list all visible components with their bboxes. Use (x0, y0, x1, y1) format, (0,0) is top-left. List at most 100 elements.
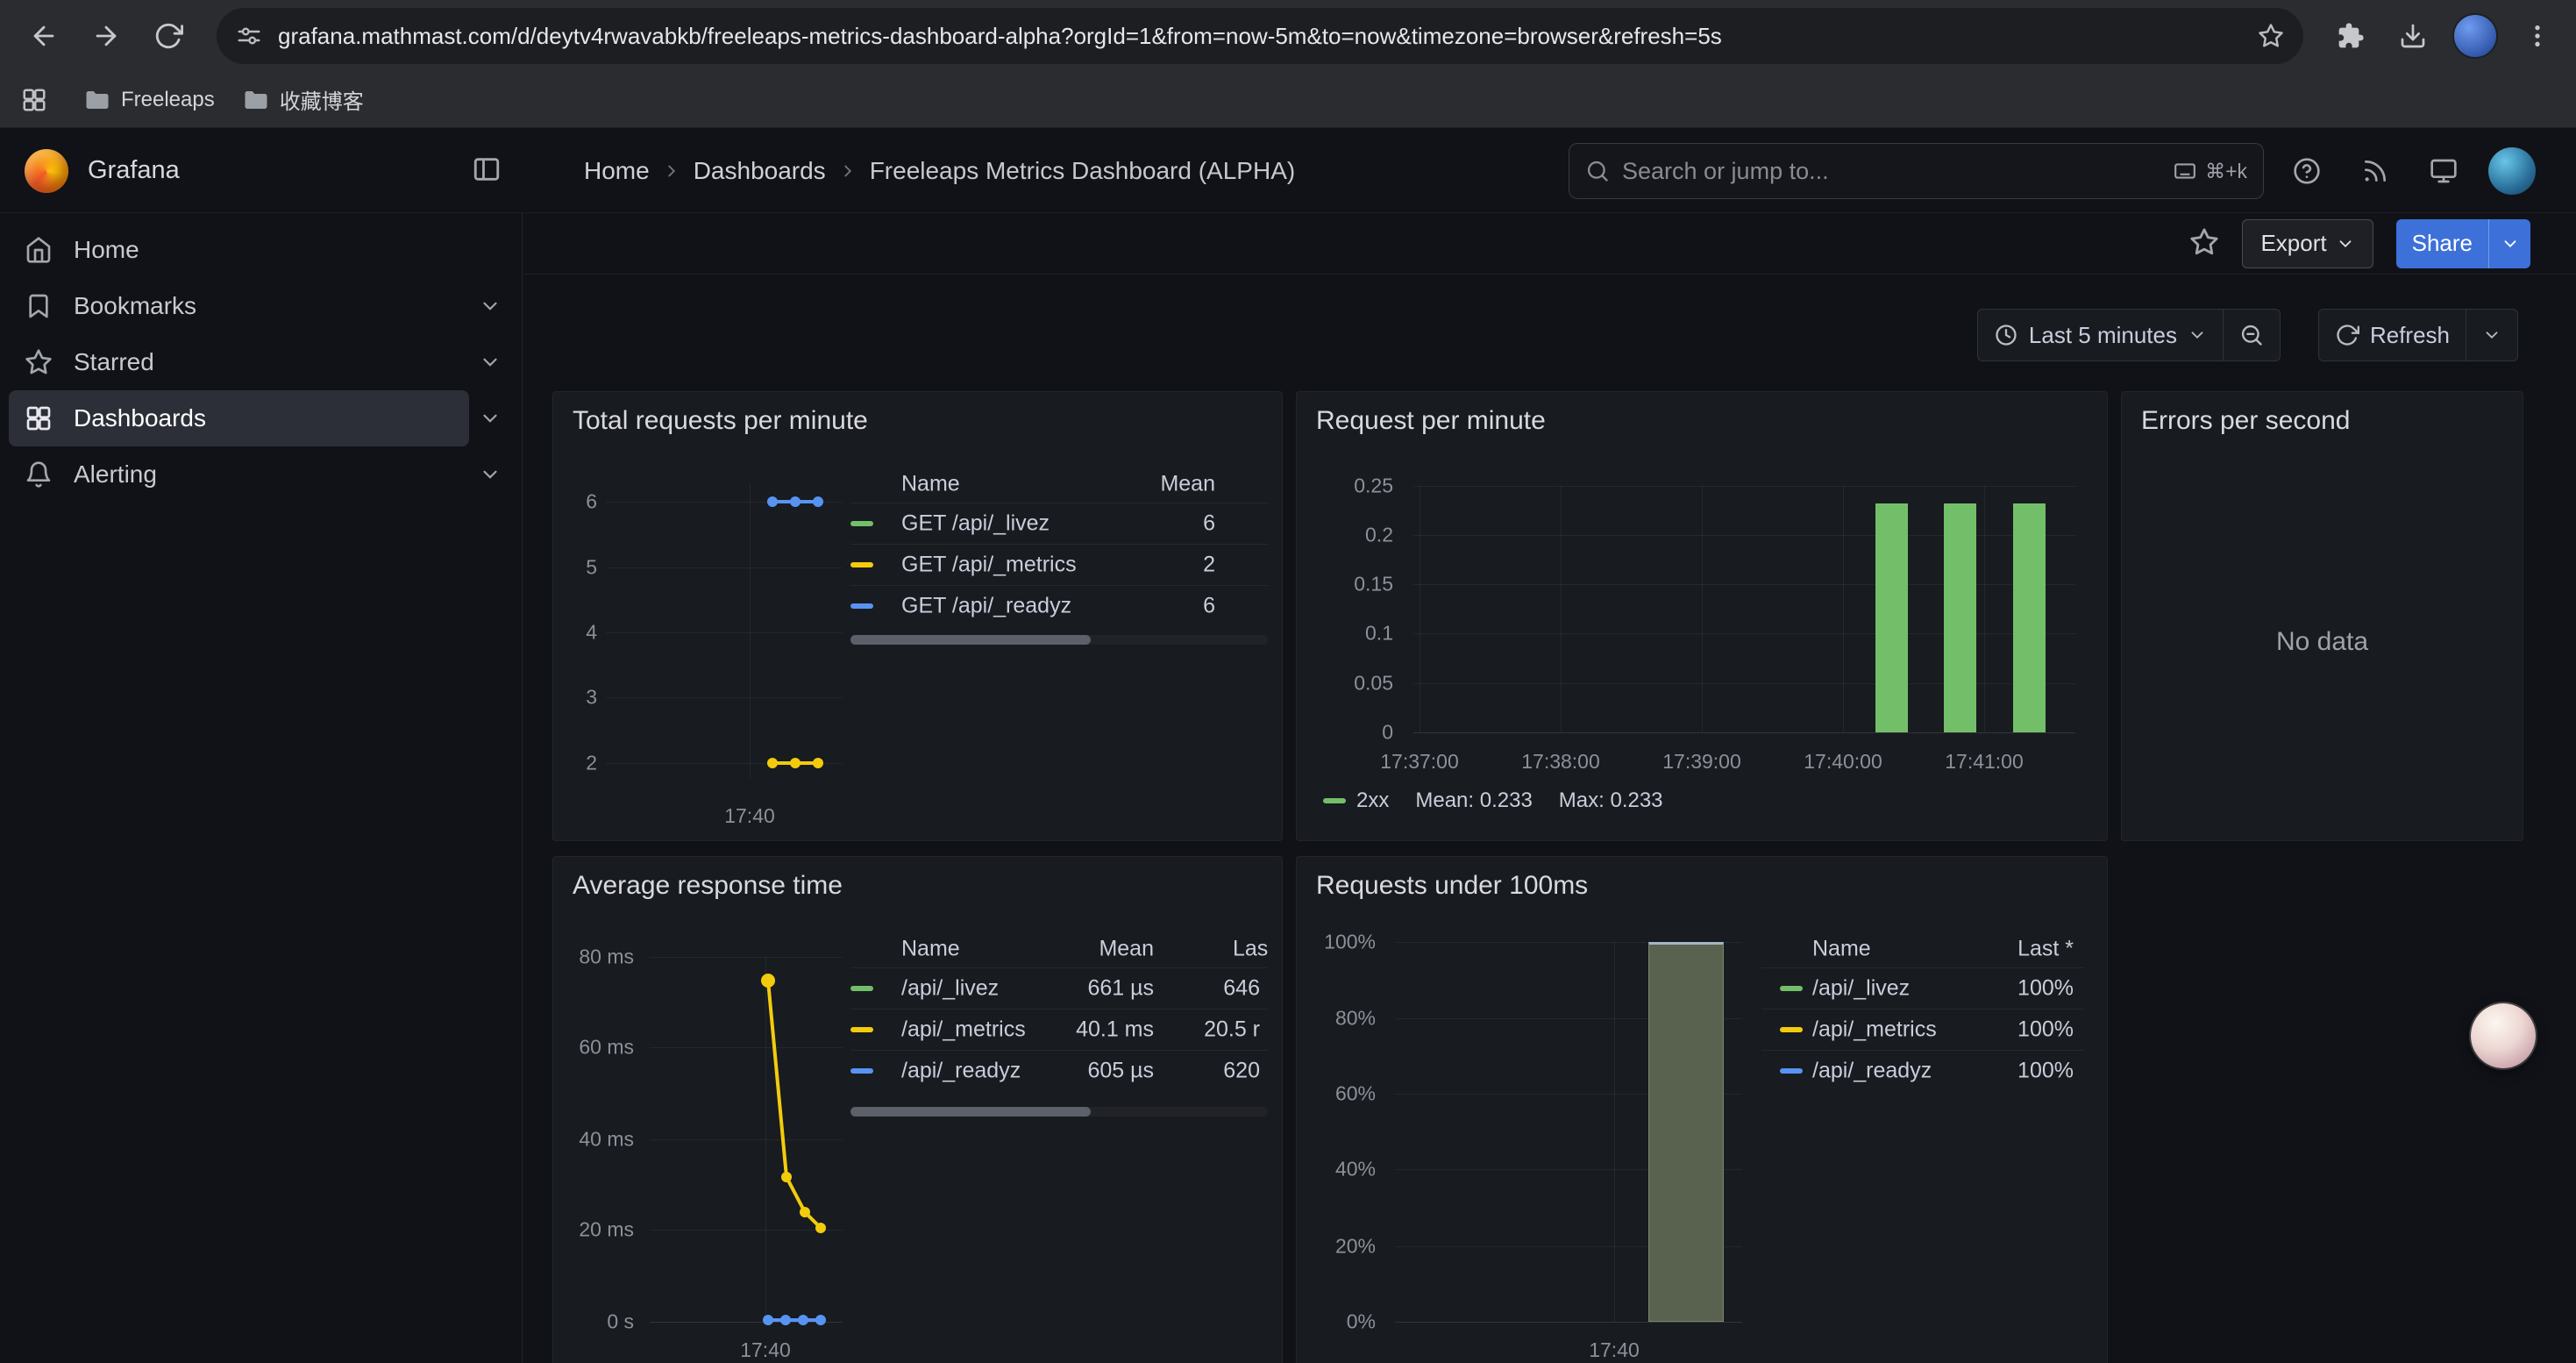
share-menu-chevron[interactable] (2488, 219, 2530, 268)
legend-table: Name Last * /api/_livez 100% /api/_metri… (1761, 931, 2084, 1091)
url-input[interactable] (278, 10, 2242, 62)
kebab-icon (2523, 22, 2551, 50)
column-header-mean[interactable]: Mean (1160, 472, 1215, 497)
zoom-out-button[interactable] (2223, 309, 2281, 361)
downloads-icon[interactable] (2388, 11, 2437, 61)
table-row: GET /api/_readyz 6 (850, 585, 1268, 626)
search-box[interactable]: ⌘+k (1569, 143, 2264, 199)
favorite-star-icon[interactable] (2189, 227, 2219, 260)
series-swatch (850, 521, 873, 526)
url-bar[interactable] (217, 8, 2303, 64)
sidebar-item-label: Starred (74, 348, 154, 376)
bookmark-label: Freeleaps (121, 88, 215, 112)
y-tick: 0.15 (1297, 573, 1393, 596)
profile-avatar[interactable] (2451, 11, 2500, 61)
help-button[interactable] (2283, 147, 2330, 195)
series-mean: 6 (1203, 511, 1215, 537)
series-swatch (850, 1027, 873, 1032)
folder-icon (84, 87, 110, 113)
refresh-button[interactable]: Refresh (2318, 309, 2466, 361)
series-name: /api/_metrics (1812, 1017, 1937, 1043)
breadcrumb-current: Freeleaps Metrics Dashboard (ALPHA) (870, 157, 1296, 185)
panel-title[interactable]: Errors per second (2141, 406, 2350, 436)
table-scrollbar[interactable] (850, 635, 1268, 645)
series-last: 100% (2017, 1017, 2074, 1043)
legend-item-2xx[interactable]: 2xx (1323, 789, 1389, 813)
legend-table: Name Mean GET /api/_livez 6 GET /api/_me… (850, 466, 1268, 626)
sidebar-item-label: Home (74, 236, 139, 264)
scrollbar-thumb[interactable] (850, 635, 1091, 645)
reload-button[interactable] (144, 11, 193, 61)
chevron-down-icon[interactable] (474, 403, 506, 434)
x-tick: 17:40 (740, 1338, 791, 1362)
grafana-app: Grafana Home Dashboards Freeleaps Metric… (0, 128, 2576, 1363)
breadcrumb: Home Dashboards Freeleaps Metrics Dashbo… (584, 128, 1295, 213)
sidebar-item-dashboards[interactable]: Dashboards (9, 390, 522, 446)
dock-sidebar-icon[interactable] (472, 154, 502, 184)
panel-title[interactable]: Request per minute (1316, 406, 1546, 436)
breadcrumb-home[interactable]: Home (584, 157, 650, 185)
series-last: 620 (1223, 1059, 1260, 1084)
grafana-header: Grafana Home Dashboards Freeleaps Metric… (0, 128, 2576, 213)
column-header-last[interactable]: Las (1233, 937, 1268, 962)
column-header-name[interactable]: Name (1812, 937, 1871, 962)
refresh-icon (2335, 323, 2359, 347)
user-avatar[interactable] (2488, 147, 2536, 195)
breadcrumb-dashboards[interactable]: Dashboards (694, 157, 826, 185)
bookmarks-bar: Freeleaps 收藏博客 (0, 72, 2576, 128)
bookmark-folder-freeleaps[interactable]: Freeleaps (70, 77, 229, 123)
column-header-last[interactable]: Last * (2017, 937, 2074, 962)
y-tick: 60% (1297, 1082, 1376, 1106)
site-settings-icon[interactable] (236, 23, 262, 49)
menu-kebab-icon[interactable] (2513, 11, 2562, 61)
table-row: GET /api/_livez 6 (850, 503, 1268, 544)
search-icon (1585, 159, 1610, 183)
x-tick: 17:37:00 (1380, 750, 1459, 774)
time-range-picker[interactable]: Last 5 minutes (1977, 309, 2224, 361)
series-last: 646 (1223, 976, 1260, 1002)
refresh-interval-chevron[interactable] (2466, 309, 2518, 361)
news-button[interactable] (2352, 147, 2399, 195)
reload-icon (153, 21, 183, 51)
search-input[interactable] (1622, 158, 2174, 185)
table-row: GET /api/_metrics 2 (850, 544, 1268, 585)
extensions-icon[interactable] (2326, 11, 2375, 61)
chevron-down-icon[interactable] (474, 346, 506, 378)
sidebar-item-bookmarks[interactable]: Bookmarks (9, 278, 522, 334)
grid-icon (21, 87, 47, 113)
export-label: Export (2260, 230, 2326, 257)
panel-title[interactable]: Requests under 100ms (1316, 871, 1588, 901)
bookmark-star-icon[interactable] (2258, 23, 2284, 49)
sidebar-item-home[interactable]: Home (9, 222, 522, 278)
series-swatch (1780, 1027, 1803, 1032)
series-last: 20.5 r (1204, 1017, 1260, 1043)
column-header-mean[interactable]: Mean (1099, 937, 1154, 962)
chevron-down-icon[interactable] (474, 459, 506, 490)
sidebar-item-alerting[interactable]: Alerting (9, 446, 522, 503)
back-button[interactable] (19, 11, 68, 61)
forward-button[interactable] (82, 11, 131, 61)
arrow-right-icon (91, 21, 121, 51)
kiosk-mode-button[interactable] (2420, 147, 2467, 195)
panel-request-per-minute: Request per minute 0.25 0.2 0.15 0.1 0.0… (1296, 391, 2108, 841)
sidebar-item-starred[interactable]: Starred (9, 334, 522, 390)
apps-grid-icon[interactable] (11, 76, 58, 124)
bookmark-folder-blogs[interactable]: 收藏博客 (229, 77, 378, 123)
scrollbar-thumb[interactable] (850, 1107, 1091, 1117)
series-name: /api/_readyz (1812, 1059, 1932, 1084)
chevron-down-icon[interactable] (474, 290, 506, 322)
y-tick: 100% (1297, 931, 1376, 954)
panel-title[interactable]: Total requests per minute (573, 406, 868, 436)
sidebar-item-label: Bookmarks (74, 292, 196, 320)
column-header-name[interactable]: Name (901, 937, 960, 962)
grafana-logo[interactable] (25, 149, 68, 193)
bar-2xx (2013, 503, 2046, 732)
home-icon (25, 236, 53, 264)
table-header: Name Mean (850, 466, 1268, 503)
table-scrollbar[interactable] (850, 1107, 1268, 1117)
column-header-name[interactable]: Name (901, 472, 960, 497)
panel-title[interactable]: Average response time (573, 871, 843, 901)
floating-assistant-avatar[interactable] (2471, 1003, 2536, 1068)
export-button[interactable]: Export (2242, 219, 2373, 268)
share-button[interactable]: Share (2396, 219, 2488, 268)
